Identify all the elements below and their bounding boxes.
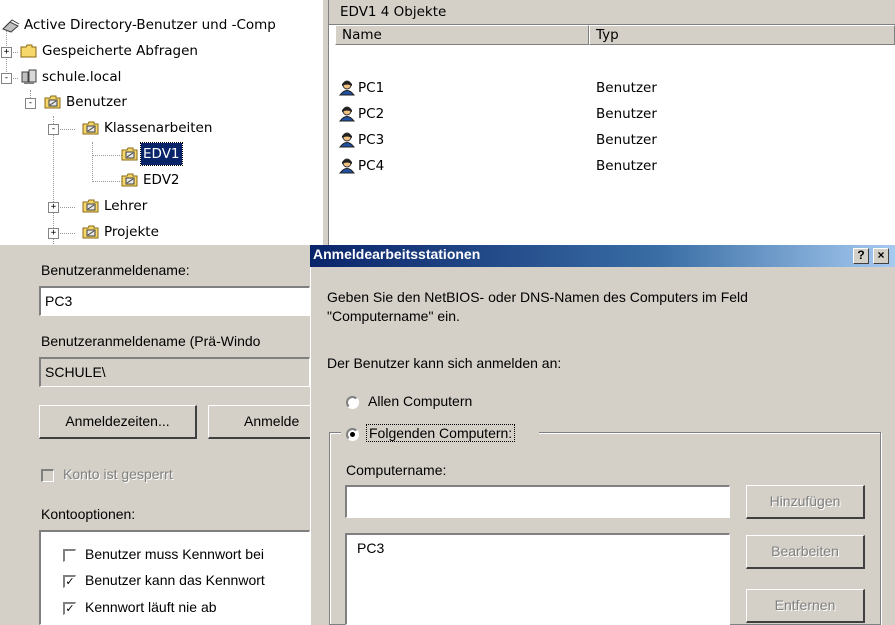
domain-icon <box>21 69 37 84</box>
folder-icon <box>20 44 37 58</box>
tree-item-label: EDV1 <box>140 142 183 166</box>
list-item-name[interactable]: PC4 <box>358 155 384 177</box>
ou-icon <box>82 121 99 135</box>
tree-item-label: Klassenarbeiten <box>104 120 213 136</box>
list-item-name[interactable]: PC1 <box>358 77 384 99</box>
user-icon <box>338 106 356 122</box>
description-line-2: "Computername" ein. <box>327 308 460 324</box>
expand-icon[interactable]: + <box>1 47 12 58</box>
account-option-label: Kennwort läuft nie ab <box>85 599 217 615</box>
computername-input[interactable] <box>345 485 730 518</box>
column-header-name[interactable]: Name <box>335 25 589 45</box>
add-button[interactable]: Hinzufügen <box>746 485 865 519</box>
ou-icon <box>82 199 99 213</box>
console-tree[interactable]: Active Directory-Benutzer und -Comp + Ges… <box>0 0 322 245</box>
computer-list[interactable] <box>345 533 730 625</box>
pre2000-label: Benutzeranmeldename (Prä-Windo <box>41 333 261 349</box>
logon-hours-button[interactable]: Anmeldezeiten... <box>39 405 197 439</box>
tree-item-label: EDV2 <box>143 172 180 188</box>
computername-label: Computername: <box>346 462 447 478</box>
tree-item[interactable]: schule.local <box>40 66 123 88</box>
tree-item-label: Projekte <box>104 224 159 240</box>
expand-icon[interactable]: + <box>48 228 59 239</box>
collapse-icon[interactable]: - <box>1 73 12 84</box>
logon-name-label: Benutzeranmeldename: <box>41 262 190 278</box>
logon-to-button[interactable]: Anmelde <box>208 405 318 439</box>
pre2000-domain-field: SCHULE\ <box>39 357 310 387</box>
tree-item-label: Benutzer <box>66 94 127 110</box>
account-option-label: Benutzer kann das Kennwort <box>85 572 265 588</box>
tree-item[interactable]: Klassenarbeiten <box>102 117 214 139</box>
radio-following-computers[interactable] <box>346 428 359 441</box>
tree-item[interactable]: Gespeicherte Abfragen <box>40 40 200 62</box>
list-item-name[interactable]: PC2 <box>358 103 384 125</box>
tree-item-label: Gespeicherte Abfragen <box>42 43 198 59</box>
list-item-type: Benutzer <box>596 158 657 174</box>
list-item-type: Benutzer <box>596 80 657 96</box>
computer-list-item[interactable]: PC3 <box>357 540 384 556</box>
results-header: EDV1 4 Objekte <box>329 0 895 25</box>
ou-icon <box>121 173 138 187</box>
account-locked-label: Konto ist gesperrt <box>63 466 173 482</box>
ou-icon <box>82 225 99 239</box>
collapse-icon[interactable]: - <box>25 98 36 109</box>
tree-item[interactable]: Lehrer <box>102 195 149 217</box>
tree-item[interactable]: EDV2 <box>141 169 182 191</box>
description-line-1: Geben Sie den NetBIOS- oder DNS-Namen de… <box>327 289 748 305</box>
ou-icon <box>121 147 138 161</box>
help-button[interactable]: ? <box>853 248 869 264</box>
user-icon <box>338 158 356 174</box>
radio-all-computers-label[interactable]: Allen Computern <box>368 393 472 409</box>
tree-item[interactable]: Benutzer <box>64 91 129 113</box>
user-icon <box>338 80 356 96</box>
account-locked-checkbox <box>41 469 54 482</box>
tree-root-label: Active Directory-Benutzer und -Comp <box>24 17 276 33</box>
remove-button[interactable]: Entfernen <box>746 589 865 623</box>
dialog-title: Anmeldearbeitsstationen <box>310 245 895 267</box>
close-button[interactable]: × <box>873 248 889 264</box>
list-item-type: Benutzer <box>596 106 657 122</box>
logon-name-label-text: Benutzeranmeldename: <box>41 262 190 278</box>
tree-item[interactable]: Projekte <box>102 221 161 243</box>
list-item-name[interactable]: PC3 <box>358 129 384 151</box>
column-header-type[interactable]: Typ <box>589 25 895 45</box>
account-option-checkbox[interactable]: ✓ <box>63 575 76 588</box>
logon-name-input[interactable]: PC3 <box>39 286 310 316</box>
ou-icon <box>44 95 61 109</box>
tree-item[interactable]: EDV1 <box>140 142 183 166</box>
tree-item-label: schule.local <box>42 69 122 85</box>
radio-all-computers[interactable] <box>346 396 359 409</box>
account-option-checkbox[interactable]: ✓ <box>63 602 76 615</box>
user-icon <box>338 132 356 148</box>
account-option-label: Benutzer muss Kennwort bei <box>85 546 264 562</box>
logon-to-label: Der Benutzer kann sich anmelden an: <box>327 355 562 371</box>
tree-item-label: Lehrer <box>104 198 148 214</box>
edit-button[interactable]: Bearbeiten <box>746 535 865 569</box>
pane-splitter[interactable] <box>322 0 329 245</box>
expand-icon[interactable]: + <box>48 202 59 213</box>
collapse-icon[interactable]: - <box>48 124 59 135</box>
ad-snapin-icon <box>2 19 20 33</box>
account-options-label: Kontooptionen: <box>41 506 136 522</box>
account-option-checkbox[interactable] <box>63 549 76 562</box>
radio-following-computers-label[interactable]: Folgenden Computern: <box>366 424 516 442</box>
list-item-type: Benutzer <box>596 132 657 148</box>
